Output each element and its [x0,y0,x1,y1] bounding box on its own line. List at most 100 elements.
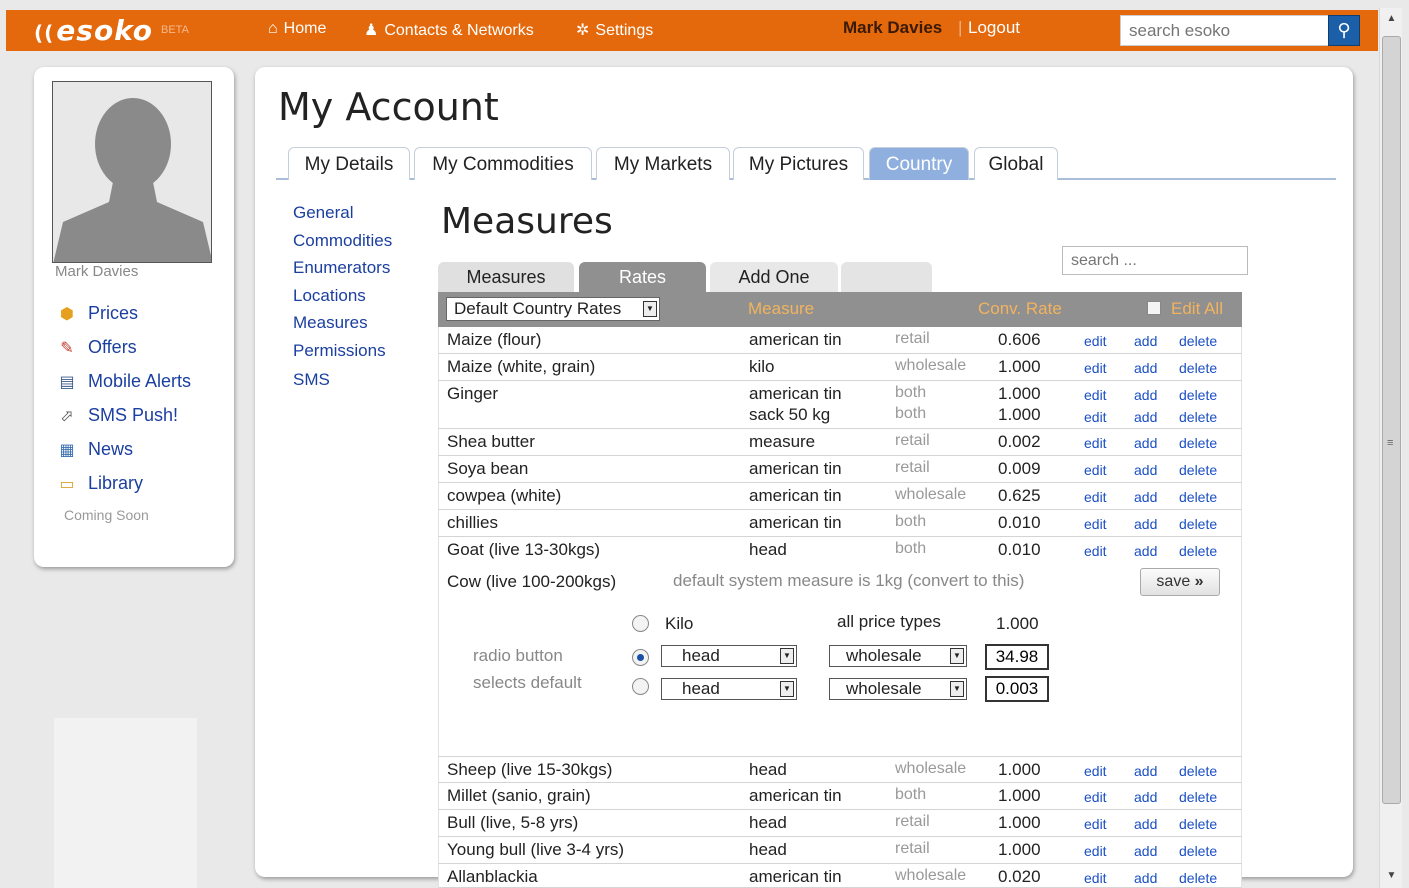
measure-option-radio[interactable] [632,649,649,666]
scrollbar-thumb[interactable]: ≡ [1382,36,1401,804]
search-button[interactable]: ⚲ [1328,15,1360,46]
delete-link[interactable]: delete [1179,333,1217,349]
edit-link[interactable]: edit [1084,816,1107,832]
delete-link[interactable]: delete [1179,516,1217,532]
user-name[interactable]: Mark Davies [843,18,942,38]
delete-link[interactable]: delete [1179,409,1217,425]
edit-link[interactable]: edit [1084,360,1107,376]
scroll-up-arrow-icon[interactable]: ▲ [1380,8,1403,34]
subtab-empty[interactable] [841,262,932,293]
nav-contacts-networks[interactable]: ♟ Contacts & Networks [364,20,534,40]
edit-link[interactable]: edit [1084,870,1107,886]
sidebar-item-mobile-alerts[interactable]: ▤ Mobile Alerts [56,371,191,392]
delete-link[interactable]: delete [1179,435,1217,451]
sidebar-item-sms-push[interactable]: ⬀ SMS Push! [56,405,178,426]
delete-link[interactable]: delete [1179,816,1217,832]
vertical-scrollbar[interactable]: ▲ ≡ ▼ [1379,8,1402,888]
measure-select[interactable]: head ▼ [661,678,797,700]
edit-link[interactable]: edit [1084,387,1107,403]
edit-all-checkbox[interactable] [1147,301,1161,315]
edit-link[interactable]: edit [1084,516,1107,532]
measure-option-radio[interactable] [632,678,649,695]
add-link[interactable]: add [1134,435,1157,451]
tab-my-markets[interactable]: My Markets [596,147,730,180]
global-search-input[interactable] [1120,15,1330,46]
sidebar-item-offers[interactable]: ✎ Offers [56,337,136,358]
add-link[interactable]: add [1134,387,1157,403]
subtab-rates[interactable]: Rates [579,262,706,293]
sms-push-icon: ⬀ [60,408,74,425]
delete-link[interactable]: delete [1179,462,1217,478]
rates-scope-select[interactable]: Default Country Rates ▼ [446,297,660,321]
add-link[interactable]: add [1134,870,1157,886]
edit-link[interactable]: edit [1084,462,1107,478]
delete-link[interactable]: delete [1179,789,1217,805]
default-kilo-radio[interactable] [632,615,649,632]
tab-my-commodities[interactable]: My Commodities [414,147,592,180]
add-link[interactable]: add [1134,489,1157,505]
tab-my-details[interactable]: My Details [288,147,410,180]
sidebar-item-library[interactable]: ▭ Library [56,473,143,494]
tab-global[interactable]: Global [974,147,1058,180]
add-link[interactable]: add [1134,360,1157,376]
add-link[interactable]: add [1134,789,1157,805]
delete-link[interactable]: delete [1179,543,1217,559]
add-link[interactable]: add [1134,816,1157,832]
delete-link[interactable]: delete [1179,843,1217,859]
tab-country[interactable]: Country [869,147,969,180]
edit-link[interactable]: edit [1084,409,1107,425]
add-link[interactable]: add [1134,843,1157,859]
page-title: My Account [278,85,499,129]
sidebar-item-news[interactable]: ▦ News [56,439,133,460]
delete-link[interactable]: delete [1179,360,1217,376]
subtab-measures[interactable]: Measures [438,262,574,293]
rate-input[interactable] [985,676,1049,702]
column-header-conv-rate[interactable]: Conv. Rate [978,299,1062,319]
sublink-locations[interactable]: Locations [293,286,366,306]
logout-link[interactable]: Logout [968,18,1020,38]
price-type-select[interactable]: wholesale ▼ [829,678,967,700]
dropdown-arrow-icon: ▼ [643,301,657,317]
nav-home[interactable]: ⌂ Home [268,20,326,38]
sublink-sms[interactable]: SMS [293,370,330,390]
sidebar-item-prices[interactable]: ⬢ Prices [56,303,138,324]
edit-link[interactable]: edit [1084,789,1107,805]
rate-input[interactable] [985,644,1049,670]
add-link[interactable]: add [1134,333,1157,349]
edit-link[interactable]: edit [1084,543,1107,559]
sublink-general[interactable]: General [293,203,353,223]
delete-link[interactable]: delete [1179,870,1217,886]
edit-link[interactable]: edit [1084,435,1107,451]
measure-select[interactable]: head ▼ [661,645,797,667]
tab-my-pictures[interactable]: My Pictures [733,147,864,180]
edit-link[interactable]: edit [1084,489,1107,505]
add-link[interactable]: add [1134,409,1157,425]
add-link[interactable]: add [1134,462,1157,478]
esoko-logo[interactable]: ((esoko [34,14,153,47]
dropdown-arrow-icon: ▼ [780,681,794,697]
column-header-measure[interactable]: Measure [748,299,814,319]
price-type-select[interactable]: wholesale ▼ [829,645,967,667]
sublink-permissions[interactable]: Permissions [293,341,386,361]
edit-link[interactable]: edit [1084,333,1107,349]
sublink-enumerators[interactable]: Enumerators [293,258,390,278]
edit-link[interactable]: edit [1084,843,1107,859]
add-link[interactable]: add [1134,543,1157,559]
sublink-measures[interactable]: Measures [293,313,368,333]
edit-all-label[interactable]: Edit All [1171,299,1223,319]
add-link[interactable]: add [1134,516,1157,532]
scroll-down-arrow-icon[interactable]: ▼ [1380,868,1403,888]
edit-link[interactable]: edit [1084,763,1107,779]
delete-link[interactable]: delete [1179,489,1217,505]
measures-search-input[interactable] [1062,246,1248,275]
sublink-commodities[interactable]: Commodities [293,231,392,251]
subtab-add-one[interactable]: Add One [710,262,838,293]
sidebar-item-label: SMS Push! [88,405,179,425]
add-link[interactable]: add [1134,763,1157,779]
delete-link[interactable]: delete [1179,763,1217,779]
save-button[interactable]: save » [1140,568,1220,596]
nav-settings[interactable]: ✲ Settings [576,20,653,40]
avatar[interactable] [52,81,212,263]
offers-icon: ✎ [60,340,74,357]
delete-link[interactable]: delete [1179,387,1217,403]
